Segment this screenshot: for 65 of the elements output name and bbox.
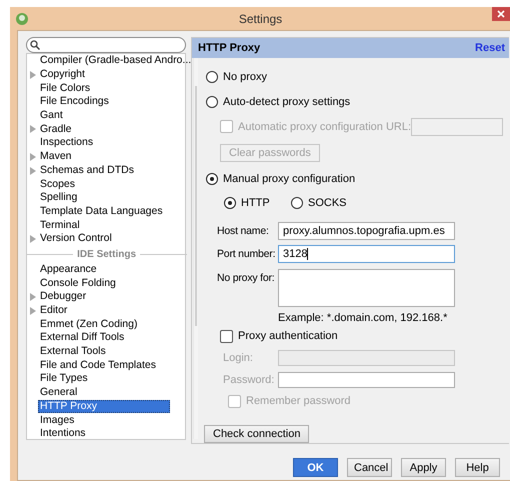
expand-arrow-icon[interactable]: [30, 152, 36, 161]
dialog-button[interactable]: OK: [293, 458, 338, 477]
expand-arrow-icon[interactable]: [30, 306, 36, 315]
tree-item[interactable]: Gradle: [38, 122, 74, 136]
tree-item[interactable]: File Colors: [38, 82, 92, 95]
dialog-button[interactable]: Apply: [401, 458, 446, 477]
tree-item[interactable]: Editor: [38, 304, 70, 318]
check-connection-button[interactable]: Check connection: [204, 424, 310, 443]
expand-arrow-icon[interactable]: [30, 234, 36, 243]
reset-link[interactable]: Reset: [475, 42, 505, 54]
tree-item[interactable]: Spelling: [38, 191, 80, 204]
input-field[interactable]: 3128: [278, 245, 455, 264]
field-label: No proxy for:: [217, 272, 276, 284]
tree-item[interactable]: Emmet (Zen Coding): [38, 318, 140, 331]
radio-button[interactable]: HTTP: [224, 197, 291, 210]
tree-item[interactable]: Terminal: [38, 218, 82, 232]
field-label: Password:: [223, 374, 276, 386]
tree-item[interactable]: Debugger: [38, 290, 88, 304]
tree-item[interactable]: Images: [38, 414, 76, 427]
window-title: Settings: [238, 12, 284, 26]
expand-arrow-icon[interactable]: [30, 293, 36, 301]
tree-item[interactable]: Gant: [38, 109, 65, 122]
input-field[interactable]: [278, 372, 455, 388]
tree-item[interactable]: Copyright: [38, 68, 87, 82]
tree-item[interactable]: Version Control: [38, 232, 114, 246]
radio-button[interactable]: Auto-detect proxy settings: [206, 96, 350, 108]
field-label: Login:: [223, 352, 254, 364]
tree-item[interactable]: Maven: [38, 150, 74, 164]
expand-arrow-icon[interactable]: [30, 70, 36, 79]
input-field[interactable]: proxy.alumnos.topografia.upm.es: [278, 222, 455, 240]
expand-arrow-icon[interactable]: [30, 125, 36, 134]
field-label: Host name:: [217, 225, 270, 238]
tree-item[interactable]: External Diff Tools: [38, 331, 126, 344]
dialog-button[interactable]: Help: [455, 458, 500, 477]
dialog-button[interactable]: Cancel: [347, 458, 392, 477]
tree-item[interactable]: Inspections: [38, 136, 96, 150]
panel-title: HTTP Proxy: [198, 42, 260, 54]
radio-button[interactable]: SOCKS: [291, 197, 347, 210]
tree-item[interactable]: External Tools: [38, 345, 108, 358]
tree-item[interactable]: Intentions: [38, 427, 88, 440]
search-field[interactable]: [26, 37, 186, 53]
radio-button[interactable]: No proxy: [206, 70, 268, 83]
tree-item[interactable]: File Encodings: [38, 95, 111, 108]
tree-item[interactable]: Template Data Languages: [38, 204, 165, 218]
text-area[interactable]: [278, 269, 455, 308]
tree-item[interactable]: File and Code Templates: [38, 358, 158, 372]
radio-button[interactable]: Manual proxy configuration: [206, 173, 356, 186]
tree-item[interactable]: General: [38, 386, 80, 400]
close-icon: [497, 10, 505, 18]
tree-item[interactable]: File Types: [38, 372, 90, 386]
tree-item[interactable]: HTTP Proxy: [38, 400, 170, 413]
tree-item[interactable]: Scopes: [38, 178, 78, 191]
tree-item[interactable]: Console Folding: [38, 276, 118, 290]
field-label: Port number:: [217, 248, 276, 260]
section-heading: IDE Settings: [77, 248, 136, 260]
app-icon: [15, 12, 29, 26]
close-button[interactable]: [492, 7, 510, 21]
example-hint: Example: *.domain.com, 192.168.*: [278, 312, 448, 324]
tree-item[interactable]: Appearance: [38, 262, 99, 276]
search-icon: [30, 40, 40, 50]
tree-item[interactable]: Compiler (Gradle-based Andro...: [38, 54, 194, 68]
expand-arrow-icon[interactable]: [30, 166, 36, 174]
tree-item[interactable]: Schemas and DTDs: [38, 164, 136, 177]
checkbox[interactable]: Proxy authentication: [220, 330, 338, 343]
url-input-field[interactable]: [411, 118, 503, 136]
